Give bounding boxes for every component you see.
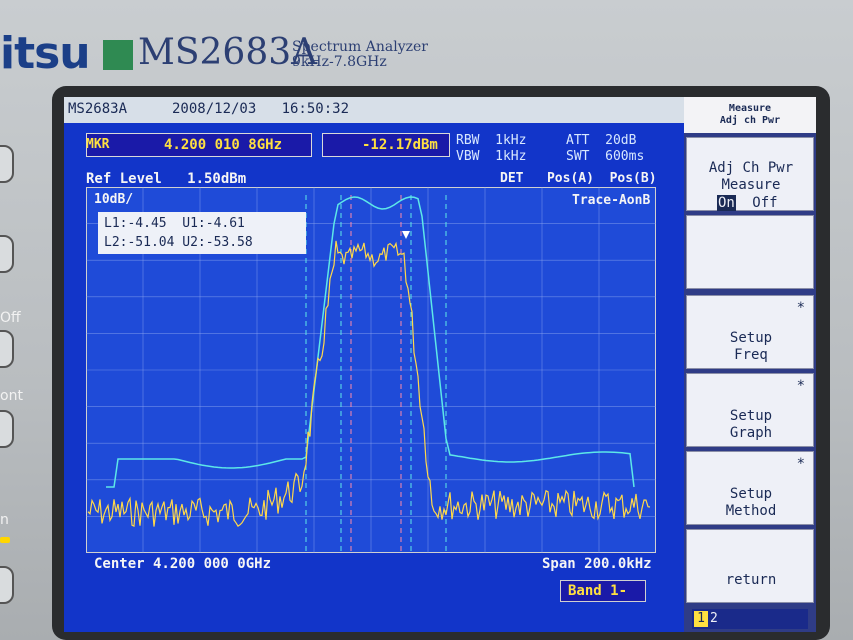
brand-bar: itsu MS2683A Spectrum Analyzer 9kHz-7.8G… bbox=[0, 22, 853, 84]
side-button-2[interactable] bbox=[0, 235, 14, 273]
rbw-readout: RBW 1kHz bbox=[456, 133, 527, 148]
softkey-3-line1: Setup bbox=[729, 330, 773, 346]
marker-label: MKR bbox=[86, 137, 110, 152]
model-description: Spectrum Analyzer 9kHz-7.8GHz bbox=[292, 40, 428, 70]
toggle-off: Off bbox=[752, 195, 778, 211]
softkey-blank[interactable] bbox=[686, 215, 814, 289]
model-name: MS2683A bbox=[138, 32, 318, 73]
span: Span 200.0kHz bbox=[542, 556, 652, 572]
side-label-n: n bbox=[0, 512, 9, 528]
analyzer-screen: MS2683A 2008/12/03 16:50:32 MKR 4.200 01… bbox=[64, 97, 816, 632]
marker-frequency: 4.200 010 8GHz bbox=[164, 137, 283, 153]
softkey-5-line1: Setup bbox=[729, 486, 773, 502]
softkey-setup-graph[interactable]: * Setup Graph bbox=[686, 373, 814, 447]
adj-result-line1: L1:-4.45 U1:-4.61 bbox=[104, 216, 245, 231]
menu-title-line1: Measure bbox=[728, 103, 772, 114]
marker-level: -12.17dBm bbox=[362, 137, 438, 153]
on-off-toggle: On Off bbox=[717, 195, 778, 211]
softkey-1-line2: Measure bbox=[721, 177, 781, 193]
side-button-4[interactable] bbox=[0, 410, 14, 448]
softkey-adj-ch-pwr-measure[interactable]: Adj Ch Pwr Measure On Off bbox=[686, 137, 814, 211]
trace-mode: Trace-AonB bbox=[572, 193, 651, 208]
brand-logo: itsu bbox=[0, 28, 91, 79]
softkey-setup-method[interactable]: * Setup Method bbox=[686, 451, 814, 525]
side-label-off: Off bbox=[0, 310, 21, 326]
softkey-return[interactable]: return bbox=[686, 529, 814, 603]
band-label: Band 1- bbox=[568, 583, 628, 599]
detector-mode: DET Pos(A) Pos(B) bbox=[500, 171, 657, 186]
adj-result-line2: L2:-51.04 U2:-53.58 bbox=[104, 235, 253, 250]
menu-title: Measure Adj ch Pwr bbox=[688, 103, 812, 127]
softkey-4-line2: Graph bbox=[729, 425, 773, 441]
softkey-setup-freq[interactable]: * Setup Freq bbox=[686, 295, 814, 369]
model-description-line1: Spectrum Analyzer bbox=[292, 39, 428, 55]
softkey-menu: Measure Adj ch Pwr Adj Ch Pwr Measure On… bbox=[684, 97, 816, 632]
submenu-star-icon: * bbox=[796, 378, 805, 394]
marker-triangle bbox=[402, 231, 410, 239]
menu-title-line2: Adj ch Pwr bbox=[719, 115, 781, 126]
instrument-bezel: itsu MS2683A Spectrum Analyzer 9kHz-7.8G… bbox=[0, 0, 853, 640]
page-1-indicator[interactable]: 1 bbox=[694, 611, 708, 627]
softkey-1-line1: Adj Ch Pwr bbox=[708, 160, 794, 176]
softkey-3-line2: Freq bbox=[734, 347, 768, 363]
submenu-star-icon: * bbox=[796, 300, 805, 316]
side-led-indicator bbox=[0, 537, 10, 543]
toggle-on: On bbox=[717, 195, 736, 211]
brand-logo-square bbox=[103, 40, 133, 70]
menu-title-box: Measure Adj ch Pwr bbox=[684, 97, 816, 133]
side-button-3[interactable] bbox=[0, 330, 14, 368]
softkey-5-line2: Method bbox=[725, 503, 777, 519]
center-frequency: Center 4.200 000 0GHz bbox=[94, 556, 272, 572]
status-date-time: 2008/12/03 16:50:32 bbox=[172, 101, 350, 117]
page-2-indicator[interactable]: 2 bbox=[710, 611, 718, 627]
model-description-line2: 9kHz-7.8GHz bbox=[292, 54, 387, 70]
trace-a bbox=[87, 240, 651, 527]
side-button-5[interactable] bbox=[0, 566, 14, 604]
side-button-1[interactable] bbox=[0, 145, 14, 183]
vbw-readout: VBW 1kHz bbox=[456, 149, 527, 164]
status-bar: MS2683A 2008/12/03 16:50:32 bbox=[64, 97, 684, 123]
swt-readout: SWT 600ms bbox=[566, 149, 645, 164]
side-label-ont: ont bbox=[0, 388, 23, 404]
softkey-4-line1: Setup bbox=[729, 408, 773, 424]
status-model: MS2683A bbox=[68, 101, 128, 117]
menu-page-indicator: 1 2 bbox=[692, 609, 808, 629]
att-readout: ATT 20dB bbox=[566, 133, 637, 148]
ref-level: Ref Level 1.50dBm bbox=[86, 171, 247, 187]
submenu-star-icon: * bbox=[796, 456, 805, 472]
softkey-6-label: return bbox=[725, 572, 777, 588]
scale-label: 10dB/ bbox=[94, 192, 134, 207]
